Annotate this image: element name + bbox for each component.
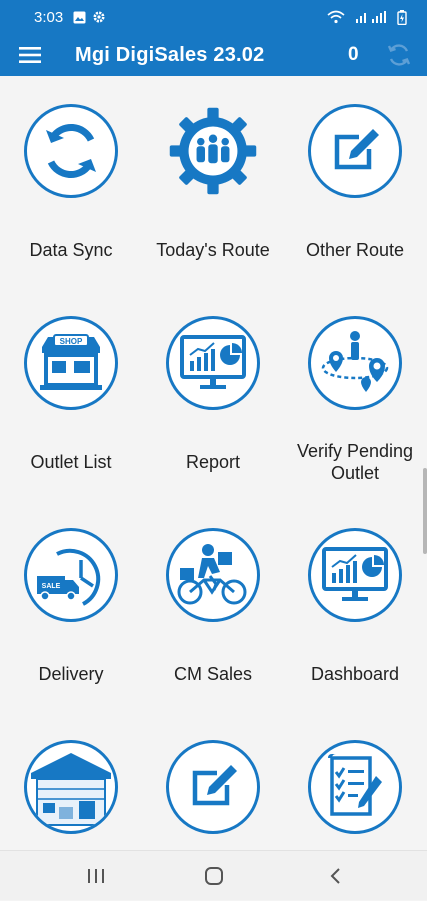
checklist-icon [308,740,402,834]
scroll-indicator[interactable] [423,468,427,554]
tile-label: Other Route [305,240,405,260]
tile-delivery[interactable]: SALE Delivery [0,500,142,712]
menu-button[interactable] [8,34,52,76]
monitor-chart-icon [166,316,260,410]
edit-square-icon [166,740,260,834]
tile-data-sync[interactable]: Data Sync [0,76,142,288]
monitor-chart-icon [308,528,402,622]
shop-icon: SHOP [24,316,118,410]
image-icon [73,11,86,24]
svg-text:SHOP: SHOP [60,337,83,346]
tile-checklist[interactable] [284,712,426,850]
recent-apps-button[interactable] [66,851,126,901]
tile-label: CM Sales [173,664,253,684]
home-button[interactable] [184,851,244,901]
back-icon [330,868,340,884]
recent-apps-icon [88,869,104,883]
tile-label: Report [185,452,241,472]
map-pin-route-icon [308,316,402,410]
tile-label: Data Sync [29,240,113,260]
tile-cm-sales[interactable]: CM Sales [142,500,284,712]
tile-report[interactable]: Report [142,288,284,500]
delivery-truck-clock-icon: SALE [24,528,118,622]
tile-other-route[interactable]: Other Route [284,76,426,288]
tile-edit[interactable] [142,712,284,850]
tile-label: Verify Pending Outlet [296,441,414,483]
signal-icon [355,10,387,24]
edit-square-icon [308,104,402,198]
tile-label: Delivery [38,664,104,684]
hamburger-menu-icon [19,47,41,63]
tile-outlet-list[interactable]: SHOP Outlet List [0,288,142,500]
home-icon [205,867,223,885]
pending-counter: 0 [348,44,359,65]
app-title: Mgi DigiSales 23.02 [75,43,265,66]
tile-label: Today's Route [156,240,270,260]
sync-icon [24,104,118,198]
gear-icon [92,10,106,24]
status-time: 3:03 [34,8,64,26]
battery-icon [397,9,407,25]
tile-label: Outlet List [30,452,112,472]
warehouse-icon [24,740,118,834]
back-button[interactable] [306,851,366,901]
tile-verify-pending-outlet[interactable]: Verify Pending Outlet [284,288,426,500]
menu-grid: Data Sync Today's Route Other Route SHOP… [0,76,427,850]
tile-todays-route[interactable]: Today's Route [142,76,284,288]
tile-label: Dashboard [310,664,400,684]
status-bar: 3:03 [0,0,427,34]
tile-warehouse[interactable] [0,712,142,850]
system-nav-bar [0,850,427,900]
svg-text:SALE: SALE [42,583,61,590]
refresh-button[interactable] [382,34,416,76]
refresh-icon [387,44,411,66]
app-bar: Mgi DigiSales 23.02 0 [0,34,427,76]
tile-dashboard[interactable]: Dashboard [284,500,426,712]
team-gear-icon [166,104,260,198]
wifi-icon [327,10,345,24]
courier-bicycle-icon [166,528,260,622]
